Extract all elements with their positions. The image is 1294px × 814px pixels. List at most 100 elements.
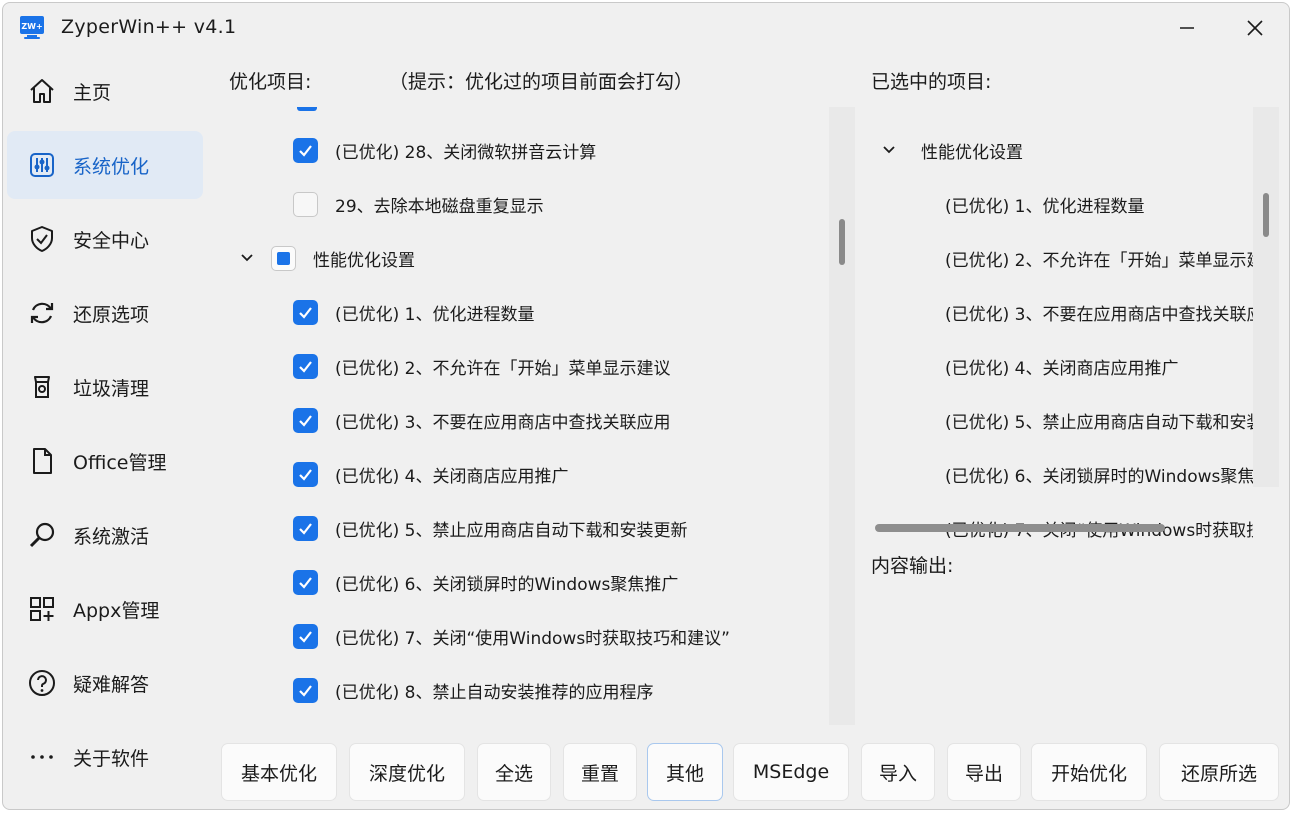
options-scrollbar-thumb[interactable] <box>839 219 845 265</box>
close-icon <box>1247 20 1263 36</box>
selected-group-label: 性能优化设置 <box>921 142 1023 163</box>
selected-tree[interactable]: 性能优化设置 (已优化) 1、优化进程数量 (已优化) 2、不允许在「开始」菜单… <box>869 107 1253 539</box>
checkbox-checked[interactable] <box>293 623 318 649</box>
checkbox-checked[interactable] <box>293 137 318 163</box>
checkbox-checked[interactable] <box>293 299 318 325</box>
option-row[interactable]: (已优化) 8、禁止自动安装推荐的应用程序 <box>225 663 825 717</box>
checkbox-checked[interactable] <box>293 569 318 595</box>
home-icon <box>27 76 57 106</box>
selected-vertical-scrollbar-thumb[interactable] <box>1263 193 1269 237</box>
checkmark-icon <box>299 414 312 427</box>
option-row[interactable]: (已优化) 2、不允许在「开始」菜单显示建议 <box>225 339 825 393</box>
app-logo-text: ZW+ <box>21 22 42 31</box>
sidebar-item-appx[interactable]: Appx管理 <box>7 575 203 643</box>
checkmark-icon <box>299 306 312 319</box>
sidebar-item-help[interactable]: 疑难解答 <box>7 649 203 717</box>
sidebar-item-cleanup[interactable]: 垃圾清理 <box>7 353 203 421</box>
close-button[interactable] <box>1235 12 1275 44</box>
checkbox-checked[interactable] <box>293 515 318 541</box>
chevron-down-icon[interactable] <box>881 142 897 158</box>
checkmark-icon <box>299 468 312 481</box>
sidebar-item-label: Appx管理 <box>73 599 160 622</box>
start-optimize-button[interactable]: 开始优化 <box>1031 743 1147 801</box>
trash-icon <box>27 372 57 402</box>
option-row[interactable]: (已优化) 4、关闭商店应用推广 <box>225 447 825 501</box>
checkmark-icon <box>299 360 312 373</box>
sidebar-item-home[interactable]: 主页 <box>7 57 203 125</box>
sidebar-item-label: 主页 <box>73 81 112 104</box>
selected-group-row[interactable]: 性能优化设置 <box>881 123 1023 177</box>
clipped-checkbox <box>297 107 317 111</box>
option-row[interactable]: (已优化) 7、关闭“使用Windows时获取技巧和建议” <box>225 609 825 663</box>
selected-vertical-scrollbar[interactable] <box>1253 107 1279 487</box>
selected-item[interactable]: (已优化) 6、关闭锁屏时的Windows聚焦推 <box>945 447 1253 501</box>
restore-selected-button[interactable]: 还原所选 <box>1159 743 1279 801</box>
options-scrollbar[interactable] <box>829 107 855 725</box>
option-row[interactable]: (已优化) 5、禁止应用商店自动下载和安装更新 <box>225 501 825 555</box>
selected-header: 已选中的项目: <box>871 71 992 93</box>
checkmark-icon <box>299 684 312 697</box>
sliders-icon <box>27 150 57 180</box>
reset-button[interactable]: 重置 <box>563 743 637 801</box>
checkmark-icon <box>299 522 312 535</box>
select-all-button[interactable]: 全选 <box>477 743 551 801</box>
app-window: ZW+ ZyperWin++ v4.1 主页 系统优化 安全中心 还原选项 垃圾… <box>2 2 1290 810</box>
option-label: (已优化) 4、关闭商店应用推广 <box>335 466 569 487</box>
help-circle-icon <box>27 668 57 698</box>
sidebar-item-about[interactable]: 关于软件 <box>7 723 203 791</box>
checkbox-checked[interactable] <box>293 407 318 433</box>
basic-optimize-button[interactable]: 基本优化 <box>221 743 337 801</box>
options-tree[interactable]: (已优化) 28、关闭微软拼音云计算 29、去除本地磁盘重复显示 性能优化设置 … <box>225 107 855 725</box>
apps-grid-icon <box>27 594 57 624</box>
option-row[interactable]: (已优化) 3、不要在应用商店中查找关联应用 <box>225 393 825 447</box>
checkbox-checked[interactable] <box>293 461 318 487</box>
option-label: (已优化) 6、关闭锁屏时的Windows聚焦推广 <box>335 574 679 595</box>
sidebar-item-office[interactable]: Office管理 <box>7 427 203 495</box>
options-header: 优化项目: <box>229 71 312 93</box>
selected-item[interactable]: (已优化) 5、禁止应用商店自动下载和安装 <box>945 393 1253 447</box>
checkbox-checked[interactable] <box>293 353 318 379</box>
selected-horizontal-scrollbar[interactable] <box>869 521 1279 539</box>
sidebar-item-label: 垃圾清理 <box>73 377 150 400</box>
selected-item[interactable]: (已优化) 1、优化进程数量 <box>945 177 1144 231</box>
sidebar-item-system-optimize[interactable]: 系统优化 <box>7 131 203 199</box>
msedge-button[interactable]: MSEdge <box>733 743 849 801</box>
checkbox-checked[interactable] <box>293 677 318 703</box>
selected-item[interactable]: (已优化) 3、不要在应用商店中查找关联应 <box>945 285 1253 339</box>
checkbox-unchecked[interactable] <box>293 191 318 217</box>
option-label: (已优化) 28、关闭微软拼音云计算 <box>335 142 597 163</box>
selected-item[interactable]: (已优化) 2、不允许在「开始」菜单显示建 <box>945 231 1253 285</box>
option-row[interactable]: (已优化) 1、优化进程数量 <box>225 285 825 339</box>
title-bar[interactable]: ZW+ ZyperWin++ v4.1 <box>3 3 1289 53</box>
option-group-row[interactable]: 性能优化设置 <box>225 231 825 285</box>
option-row[interactable]: (已优化) 28、关闭微软拼音云计算 <box>225 123 825 177</box>
checkbox-partial[interactable] <box>271 245 296 271</box>
sidebar-item-label: 还原选项 <box>73 303 150 326</box>
checkmark-icon <box>299 630 312 643</box>
export-button[interactable]: 导出 <box>947 743 1021 801</box>
sidebar-item-label: 安全中心 <box>73 229 150 252</box>
selected-horizontal-scrollbar-thumb[interactable] <box>875 524 1165 532</box>
app-logo-icon: ZW+ <box>19 15 45 41</box>
other-button[interactable]: 其他 <box>647 743 723 801</box>
minimize-icon <box>1180 27 1194 29</box>
checkmark-icon <box>299 144 312 157</box>
selected-item[interactable]: (已优化) 4、关闭商店应用推广 <box>945 339 1178 393</box>
window-title: ZyperWin++ v4.1 <box>61 16 237 38</box>
deep-optimize-button[interactable]: 深度优化 <box>349 743 465 801</box>
import-button[interactable]: 导入 <box>861 743 935 801</box>
sidebar-item-security[interactable]: 安全中心 <box>7 205 203 273</box>
option-label: (已优化) 7、关闭“使用Windows时获取技巧和建议” <box>335 628 730 649</box>
minimize-button[interactable] <box>1167 12 1207 44</box>
option-row[interactable]: (已优化) 6、关闭锁屏时的Windows聚焦推广 <box>225 555 825 609</box>
checkmark-icon <box>299 576 312 589</box>
sidebar-item-activation[interactable]: 系统激活 <box>7 501 203 569</box>
key-search-icon <box>27 520 57 550</box>
option-label: (已优化) 5、禁止应用商店自动下载和安装更新 <box>335 520 688 541</box>
sidebar-item-label: 系统激活 <box>73 525 150 548</box>
option-label: (已优化) 2、不允许在「开始」菜单显示建议 <box>335 358 671 379</box>
option-label: (已优化) 1、优化进程数量 <box>335 304 535 325</box>
option-row[interactable]: 29、去除本地磁盘重复显示 <box>225 177 825 231</box>
chevron-down-icon[interactable] <box>239 250 255 266</box>
sidebar-item-restore[interactable]: 还原选项 <box>7 279 203 347</box>
